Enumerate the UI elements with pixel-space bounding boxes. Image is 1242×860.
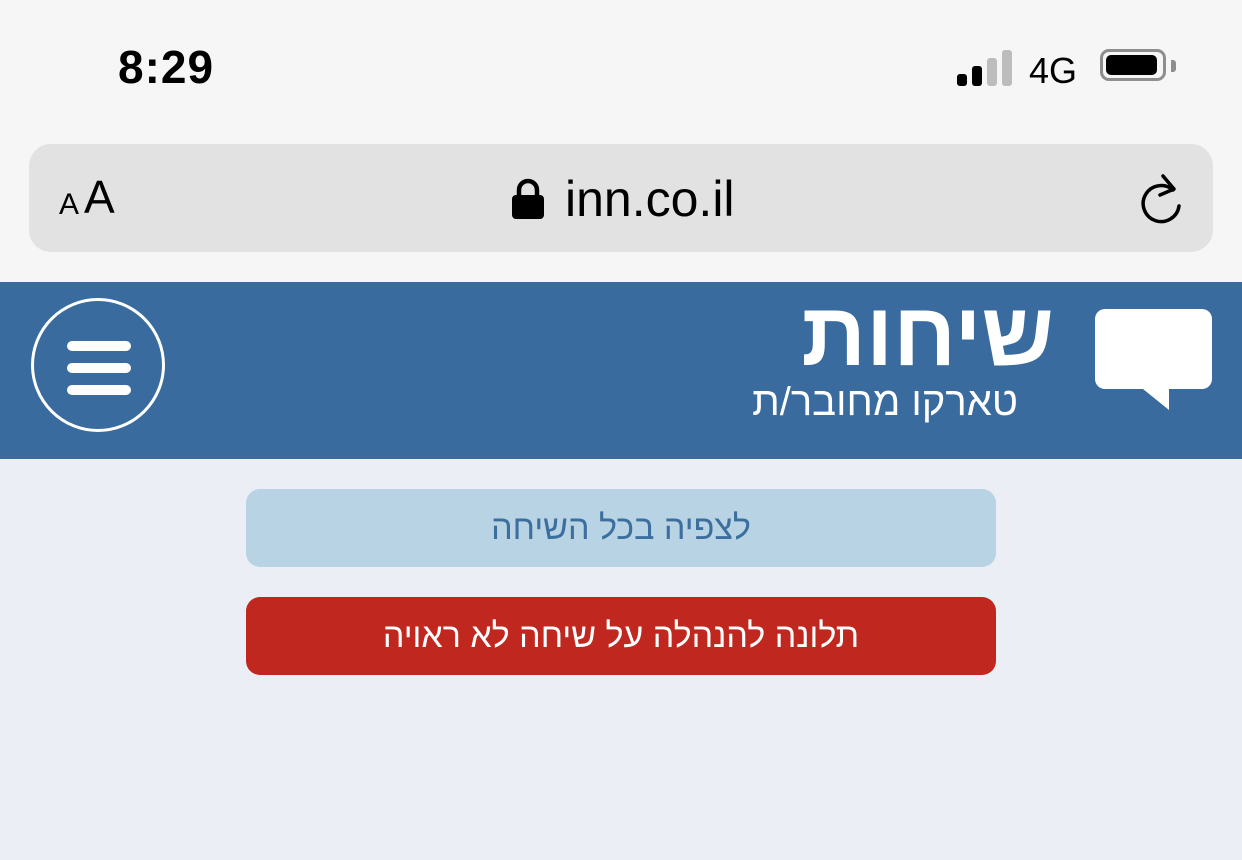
reload-icon[interactable] [1135, 172, 1187, 228]
text-size-button[interactable]: A A [59, 170, 129, 226]
hamburger-menu-button[interactable] [31, 298, 165, 432]
signal-bar [972, 66, 982, 86]
url-text: inn.co.il [565, 171, 735, 227]
signal-bar [1002, 50, 1012, 86]
battery-icon [1100, 49, 1166, 81]
battery-level [1106, 55, 1157, 75]
text-size-small-label: A [59, 188, 80, 221]
signal-bar [987, 58, 997, 86]
main-content: לצפיה בכל השיחה תלונה להנהלה על שיחה לא … [0, 459, 1242, 860]
status-time: 8:29 [118, 41, 215, 93]
site-header: שיחות טארקו מחובר/ת [0, 282, 1242, 459]
battery-cap [1171, 60, 1176, 72]
signal-strength-icon [957, 50, 1013, 86]
menu-line [67, 363, 131, 373]
text-size-large-label: A [84, 171, 115, 223]
site-title[interactable]: שיחות [801, 286, 1054, 385]
network-type: 4G [1029, 50, 1078, 91]
menu-line [67, 385, 131, 395]
lock-icon [512, 178, 544, 219]
chat-bubble-icon[interactable] [1095, 309, 1212, 410]
user-status: טארקו מחובר/ת [752, 380, 1018, 424]
menu-line [67, 341, 131, 351]
report-conversation-button[interactable]: תלונה להנהלה על שיחה לא ראויה [246, 597, 996, 675]
signal-bar [957, 74, 967, 86]
address-bar[interactable]: A A inn.co.il [29, 144, 1213, 252]
view-full-conversation-button[interactable]: לצפיה בכל השיחה [246, 489, 996, 567]
status-bar: 8:29 4G [0, 0, 1242, 130]
